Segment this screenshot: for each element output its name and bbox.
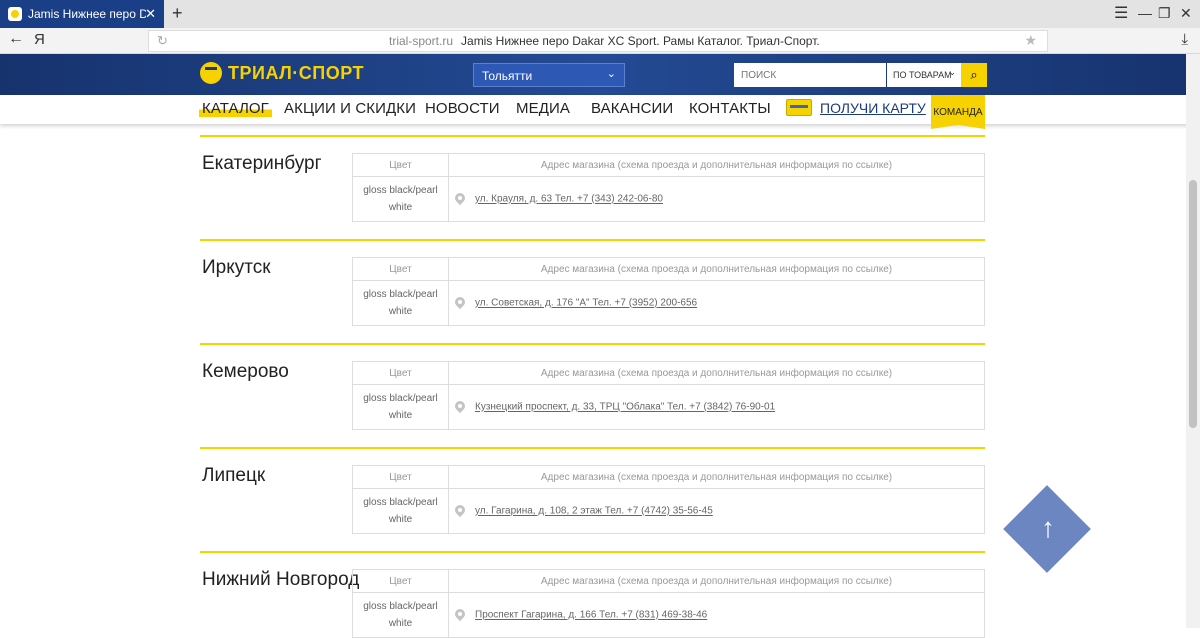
search-scope-select[interactable]: ПО ТОВАРАМ ⌄ xyxy=(886,63,960,87)
menu-icon[interactable]: ☰ xyxy=(1114,3,1128,23)
table-row: gloss black/pearl white Кузнецкий проспе… xyxy=(352,384,985,430)
url-page-title: Jamis Нижнее перо Dakar XC Sport. Рамы К… xyxy=(461,34,820,48)
chevron-down-icon: ⌄ xyxy=(606,68,616,80)
card-icon xyxy=(786,99,812,116)
store-address-link[interactable]: Кузнецкий проспект, д. 33, ТРЦ "Облака" … xyxy=(475,402,775,413)
minimize-icon[interactable]: — xyxy=(1138,5,1152,21)
nav-item-contacts[interactable]: КОНТАКТЫ xyxy=(689,100,771,117)
maximize-icon[interactable]: ❐ xyxy=(1158,5,1171,22)
scrollbar-thumb[interactable] xyxy=(1189,180,1197,428)
address-bar: ← Я ↻ trial-sport.ru Jamis Нижнее перо Da… xyxy=(0,28,1200,54)
table-row: gloss black/pearl white ул. Крауля, д. 6… xyxy=(352,176,985,222)
reload-icon[interactable]: ↻ xyxy=(157,33,168,49)
store-table: Цвет Адрес магазина (схема проезда и допо… xyxy=(352,153,985,222)
search-input[interactable] xyxy=(734,63,886,87)
store-table: Цвет Адрес магазина (схема проезда и допо… xyxy=(352,465,985,534)
search-scope-value: ПО ТОВАРАМ xyxy=(893,70,952,80)
close-icon[interactable]: ✕ xyxy=(1180,5,1192,22)
team-badge[interactable]: КОМАНДА xyxy=(931,95,985,129)
store-table: Цвет Адрес магазина (схема проезда и допо… xyxy=(352,257,985,326)
map-pin-icon xyxy=(455,193,465,205)
city-name: Нижний Новгород xyxy=(202,569,360,590)
color-value: gloss black/pearl white xyxy=(352,384,449,430)
color-column-header: Цвет xyxy=(352,569,449,593)
city-name: Кемерово xyxy=(202,361,289,382)
city-name: Екатеринбург xyxy=(202,153,322,174)
address-column-header: Адрес магазина (схема проезда и дополнит… xyxy=(448,361,985,385)
yandex-button[interactable]: Я xyxy=(34,31,45,48)
browser-tab-bar: Jamis Нижнее перо Dakar XC Sport. Рамы К… xyxy=(0,0,1200,28)
map-pin-icon xyxy=(455,297,465,309)
address-column-header: Адрес магазина (схема проезда и дополнит… xyxy=(448,153,985,177)
section-divider xyxy=(200,447,985,449)
color-column-header: Цвет xyxy=(352,153,449,177)
nav-item-vacancies[interactable]: ВАКАНСИИ xyxy=(591,100,673,117)
tab-title: Jamis Нижнее перо Dakar XC Sport. Рамы К… xyxy=(28,7,146,21)
map-pin-icon xyxy=(455,505,465,517)
star-icon[interactable]: ★ xyxy=(1024,32,1037,49)
city-select[interactable]: Тольятти ⌄ xyxy=(473,63,625,87)
store-table: Цвет Адрес магазина (схема проезда и допо… xyxy=(352,361,985,430)
download-icon[interactable]: ⤓ xyxy=(1181,31,1188,48)
nav-item-media[interactable]: МЕДИА xyxy=(516,100,570,117)
site-logo[interactable]: ТРИАЛ·СПОРТ xyxy=(200,62,364,84)
url-field[interactable]: ↻ trial-sport.ru Jamis Нижнее перо Dakar … xyxy=(148,30,1048,52)
table-row: gloss black/pearl white ул. Гагарина, д.… xyxy=(352,488,985,534)
city-name: Иркутск xyxy=(202,257,271,278)
arrow-up-icon[interactable]: ↑ xyxy=(1030,510,1066,546)
color-value: gloss black/pearl white xyxy=(352,592,449,638)
color-column-header: Цвет xyxy=(352,361,449,385)
map-pin-icon xyxy=(455,609,465,621)
map-pin-icon xyxy=(455,401,465,413)
search-icon: ⌕ xyxy=(970,67,978,82)
browser-tab[interactable]: Jamis Нижнее перо Dakar XC Sport. Рамы К… xyxy=(0,0,164,28)
color-column-header: Цвет xyxy=(352,257,449,281)
color-value: gloss black/pearl white xyxy=(352,280,449,326)
table-row: gloss black/pearl white Проспект Гагарин… xyxy=(352,592,985,638)
tab-close-icon[interactable]: ✕ xyxy=(145,6,156,22)
nav-item-news[interactable]: НОВОСТИ xyxy=(425,100,500,117)
section-divider xyxy=(200,343,985,345)
url-text: trial-sport.ru Jamis Нижнее перо Dakar XC… xyxy=(389,34,820,48)
color-column-header: Цвет xyxy=(352,465,449,489)
get-card-link[interactable]: ПОЛУЧИ КАРТУ xyxy=(786,99,926,116)
logo-icon xyxy=(200,62,222,84)
main-nav: КАТАЛОГ АКЦИИ И СКИДКИ НОВОСТИ МЕДИА ВАК… xyxy=(0,95,1200,124)
color-value: gloss black/pearl white xyxy=(352,176,449,222)
city-name: Липецк xyxy=(202,465,266,486)
chevron-down-icon: ⌄ xyxy=(948,67,956,77)
back-button[interactable]: ← xyxy=(8,30,24,48)
site-favicon-icon xyxy=(8,7,22,21)
store-address-link[interactable]: Проспект Гагарина, д. 166 Тел. +7 (831) … xyxy=(475,610,707,621)
address-column-header: Адрес магазина (схема проезда и дополнит… xyxy=(448,465,985,489)
nav-item-promotions[interactable]: АКЦИИ И СКИДКИ xyxy=(284,100,416,117)
store-address-link[interactable]: ул. Гагарина, д. 108, 2 этаж Тел. +7 (47… xyxy=(475,506,713,517)
section-divider xyxy=(200,135,985,137)
section-divider xyxy=(200,239,985,241)
get-card-label: ПОЛУЧИ КАРТУ xyxy=(820,99,926,116)
city-select-value: Тольятти xyxy=(482,69,533,83)
site-header: ТРИАЛ·СПОРТ Тольятти ⌄ ПО ТОВАРАМ ⌄ ⌕ xyxy=(0,54,1200,95)
address-column-header: Адрес магазина (схема проезда и дополнит… xyxy=(448,569,985,593)
search-box: ПО ТОВАРАМ ⌄ ⌕ xyxy=(734,63,987,87)
table-row: gloss black/pearl white ул. Советская, д… xyxy=(352,280,985,326)
logo-text: ТРИАЛ·СПОРТ xyxy=(228,62,364,83)
nav-item-catalog[interactable]: КАТАЛОГ xyxy=(199,100,272,117)
address-column-header: Адрес магазина (схема проезда и дополнит… xyxy=(448,257,985,281)
new-tab-button[interactable]: + xyxy=(172,3,183,24)
store-address-link[interactable]: ул. Советская, д. 176 "А" Тел. +7 (3952)… xyxy=(475,298,697,309)
url-domain: trial-sport.ru xyxy=(389,34,454,48)
search-button[interactable]: ⌕ xyxy=(961,63,987,87)
section-divider xyxy=(200,551,985,553)
store-address-link[interactable]: ул. Крауля, д. 63 Тел. +7 (343) 242-06-8… xyxy=(475,194,663,205)
color-value: gloss black/pearl white xyxy=(352,488,449,534)
